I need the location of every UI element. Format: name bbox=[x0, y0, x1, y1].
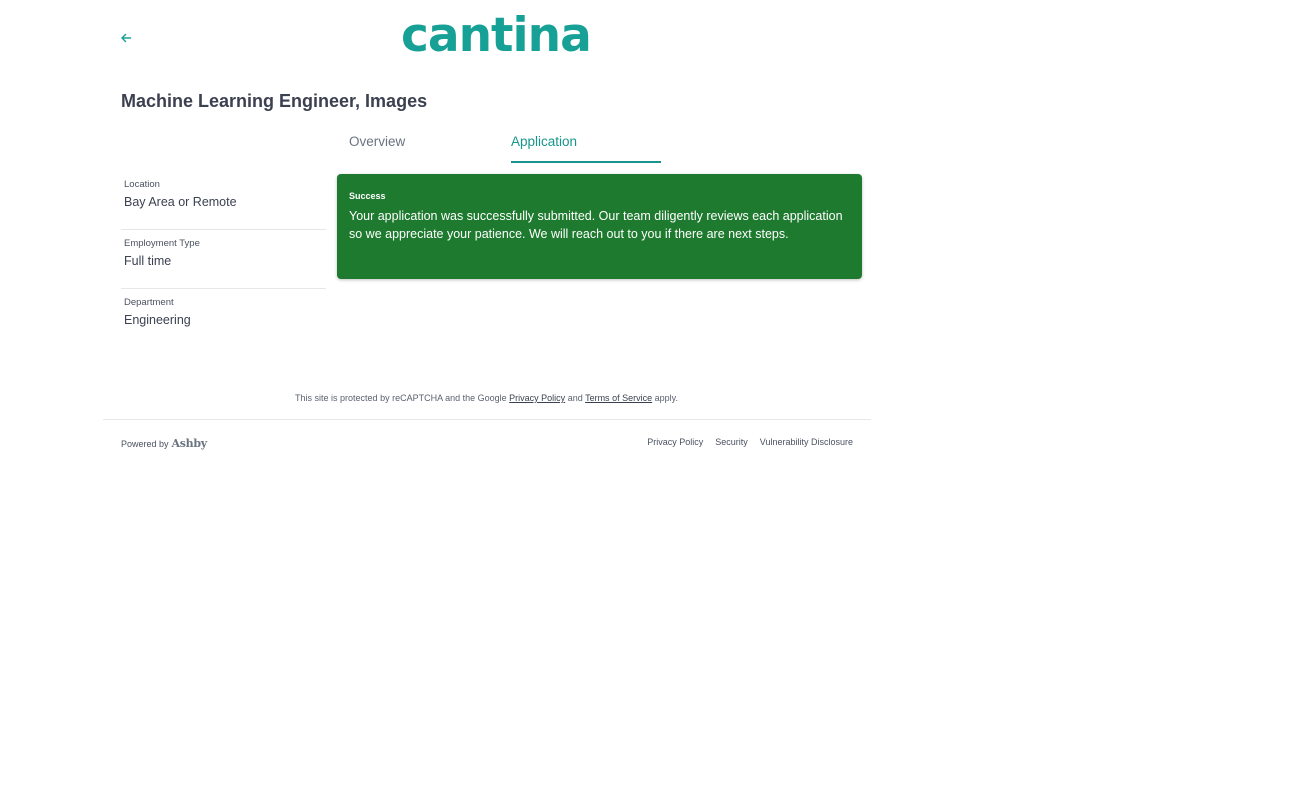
powered-by[interactable]: Powered by Ashby bbox=[121, 437, 207, 450]
job-title: Machine Learning Engineer, Images bbox=[121, 91, 428, 111]
job-details-sidebar: Location Bay Area or Remote Employment T… bbox=[121, 174, 326, 348]
footer-vulnerability-disclosure-link[interactable]: Vulnerability Disclosure bbox=[760, 437, 853, 447]
tab-application[interactable]: Application bbox=[511, 126, 661, 163]
footer-privacy-policy-link[interactable]: Privacy Policy bbox=[647, 437, 703, 447]
footer-divider bbox=[103, 419, 871, 420]
tab-overview[interactable]: Overview bbox=[349, 126, 405, 161]
alert-message: Your application was successfully submit… bbox=[349, 209, 843, 241]
tab-bar: Overview Application bbox=[337, 126, 661, 163]
recaptcha-notice: This site is protected by reCAPTCHA and … bbox=[103, 393, 870, 403]
footer-links: Privacy Policy Security Vulnerability Di… bbox=[647, 437, 853, 447]
recaptcha-prefix: This site is protected by reCAPTCHA and … bbox=[295, 393, 507, 403]
detail-value: Engineering bbox=[124, 313, 191, 327]
detail-location: Location Bay Area or Remote bbox=[121, 174, 326, 230]
success-alert: Success Your application was successfull… bbox=[337, 174, 862, 279]
company-logo[interactable]: cantina bbox=[401, 12, 592, 59]
powered-by-label: Powered by bbox=[121, 439, 169, 449]
detail-label: Employment Type bbox=[124, 238, 200, 249]
job-application-page: cantina Machine Learning Engineer, Image… bbox=[0, 0, 1297, 785]
footer-security-link[interactable]: Security bbox=[715, 437, 748, 447]
recaptcha-middle: and bbox=[567, 393, 583, 403]
detail-value: Full time bbox=[124, 254, 172, 268]
privacy-policy-link[interactable]: Privacy Policy bbox=[509, 393, 565, 403]
ashby-logo: Ashby bbox=[171, 437, 208, 450]
detail-value: Bay Area or Remote bbox=[124, 195, 237, 209]
alert-title: Success bbox=[349, 191, 386, 201]
detail-label: Department bbox=[124, 297, 174, 308]
arrow-left-icon bbox=[121, 33, 132, 43]
recaptcha-suffix: apply. bbox=[654, 393, 678, 403]
back-button[interactable] bbox=[116, 28, 136, 48]
terms-of-service-link[interactable]: Terms of Service bbox=[585, 393, 652, 403]
detail-department: Department Engineering bbox=[121, 292, 326, 348]
detail-label: Location bbox=[124, 179, 160, 190]
detail-employment-type: Employment Type Full time bbox=[121, 233, 326, 289]
